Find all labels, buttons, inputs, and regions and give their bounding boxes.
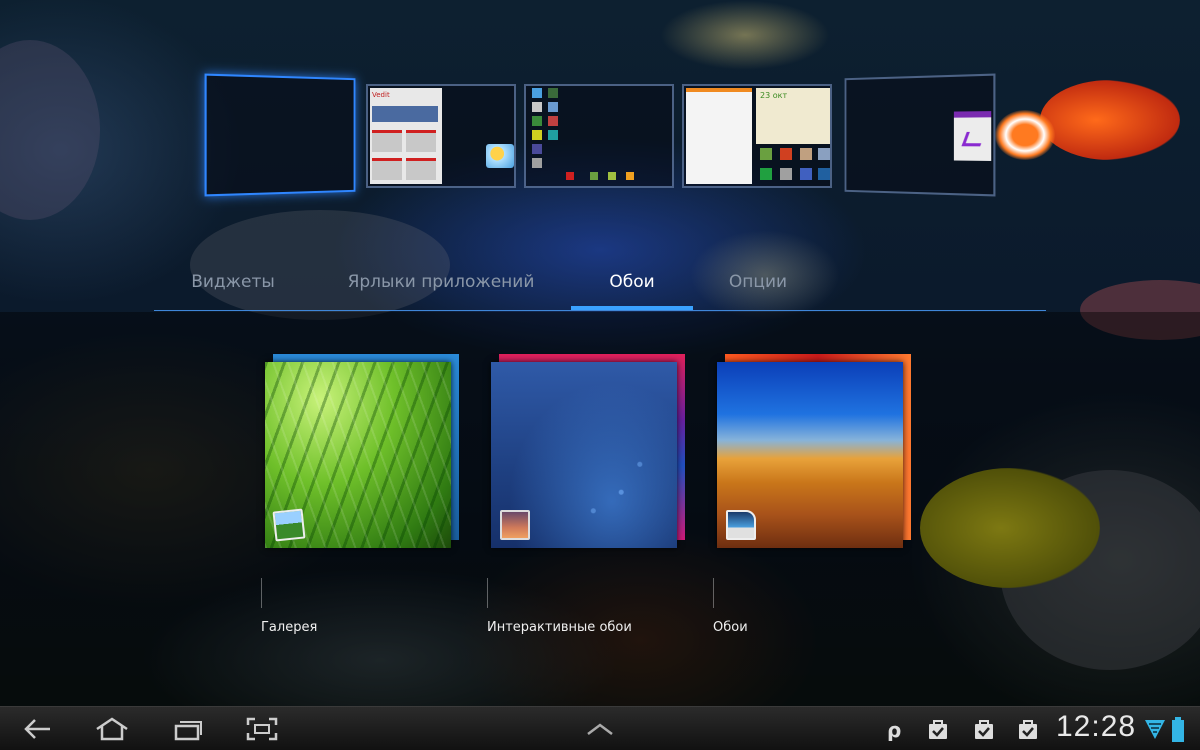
back-icon xyxy=(24,719,50,739)
mini-app-icon xyxy=(566,172,574,180)
screenshot-button[interactable] xyxy=(242,713,282,745)
mini-app-icon xyxy=(818,168,830,180)
wifi-status[interactable] xyxy=(1144,717,1166,741)
mini-app-icon xyxy=(548,88,558,98)
home-screen-5[interactable] xyxy=(844,73,996,197)
tab-divider xyxy=(154,310,1046,311)
wallpapers-label: Обои xyxy=(713,620,748,635)
wallpaper-source-list: Галерея Интерактивные обои Обои xyxy=(0,312,1200,706)
home-screen-1[interactable] xyxy=(204,73,356,197)
mini-widget xyxy=(372,130,402,152)
live-wallpapers-item[interactable]: Интерактивные обои xyxy=(487,352,691,652)
p-icon-notification[interactable]: ρ xyxy=(882,717,906,742)
home-screen-4[interactable]: 23 окт xyxy=(682,84,832,188)
mini-app-icon xyxy=(548,102,558,112)
battery-icon xyxy=(1172,717,1184,742)
fish-shape xyxy=(1040,80,1180,160)
mini-app-icon xyxy=(608,172,616,180)
mini-app-icon xyxy=(760,148,772,160)
home-screen-previews: Vedit 23 окт xyxy=(204,73,996,197)
tab-widgets[interactable]: Виджеты xyxy=(174,268,292,308)
recent-apps-button[interactable] xyxy=(168,713,208,745)
mini-app-icon xyxy=(548,116,558,126)
battery-status[interactable] xyxy=(1170,717,1186,742)
home-screen-2[interactable]: Vedit xyxy=(366,84,516,188)
market-notification[interactable] xyxy=(926,717,950,741)
system-bar: ρ 12:28 xyxy=(0,706,1200,750)
live-wallpaper-icon xyxy=(500,510,530,540)
tab-bar: Виджеты Ярлыки приложений Обои Опции xyxy=(154,258,1046,312)
wallpaper-icon xyxy=(726,510,756,540)
back-button[interactable] xyxy=(18,713,58,745)
item-divider xyxy=(713,578,714,608)
notification-drawer-button[interactable] xyxy=(580,713,620,745)
mini-app-icon xyxy=(532,116,542,126)
fish-shape xyxy=(995,110,1055,160)
screenshot-icon xyxy=(246,717,278,741)
shopping-bag-icon xyxy=(929,720,947,739)
tab-app-shortcuts[interactable]: Ярлыки приложений xyxy=(334,268,548,308)
status-clock[interactable]: 12:28 xyxy=(1056,710,1136,744)
mini-app-icon xyxy=(532,144,542,154)
live-wallpapers-label: Интерактивные обои xyxy=(487,620,632,635)
gallery-item[interactable]: Галерея xyxy=(261,352,465,652)
mini-widget xyxy=(406,130,436,152)
fish-shape xyxy=(660,0,830,70)
recent-apps-icon xyxy=(174,721,202,741)
shopping-bag-icon xyxy=(1019,720,1037,739)
mini-app-icon xyxy=(780,148,792,160)
mini-app-icon xyxy=(532,88,542,98)
market-notification[interactable] xyxy=(972,717,996,741)
mini-app-icon xyxy=(800,148,812,160)
tab-options[interactable]: Опции xyxy=(702,268,814,308)
mini-widget xyxy=(686,88,752,184)
p-icon: ρ xyxy=(887,718,901,742)
home-screen-3[interactable] xyxy=(524,84,674,188)
mini-app-icon xyxy=(818,148,830,160)
item-divider xyxy=(261,578,262,608)
mini-app-icon xyxy=(800,168,812,180)
mini-app-icon xyxy=(626,172,634,180)
mini-app-icon xyxy=(548,130,558,140)
tab-wallpapers[interactable]: Обои xyxy=(571,268,693,308)
mini-widget xyxy=(406,158,436,180)
wallpapers-item[interactable]: Обои xyxy=(713,352,917,652)
shopping-bag-icon xyxy=(975,720,993,739)
mini-app-icon xyxy=(532,158,542,168)
mini-widget xyxy=(372,106,438,122)
home-button[interactable] xyxy=(92,713,132,745)
home-icon xyxy=(96,717,128,741)
mini-app-icon xyxy=(780,168,792,180)
svg-text:ρ: ρ xyxy=(887,718,901,741)
mini-app-icon xyxy=(532,102,542,112)
item-divider xyxy=(487,578,488,608)
up-arrow-icon xyxy=(587,723,613,735)
gallery-icon xyxy=(272,508,306,542)
mini-widget xyxy=(372,158,402,180)
mini-app-icon xyxy=(590,172,598,180)
weather-icon xyxy=(486,144,514,168)
mini-calendar-date: 23 окт xyxy=(760,91,788,100)
coral-shape xyxy=(0,40,100,220)
mini-app-icon xyxy=(532,130,542,140)
mini-app-icon xyxy=(760,168,772,180)
market-notification[interactable] xyxy=(1016,717,1040,741)
gallery-label: Галерея xyxy=(261,620,318,635)
mini-widget-header: Vedit xyxy=(372,91,390,99)
wifi-icon xyxy=(1145,720,1165,739)
